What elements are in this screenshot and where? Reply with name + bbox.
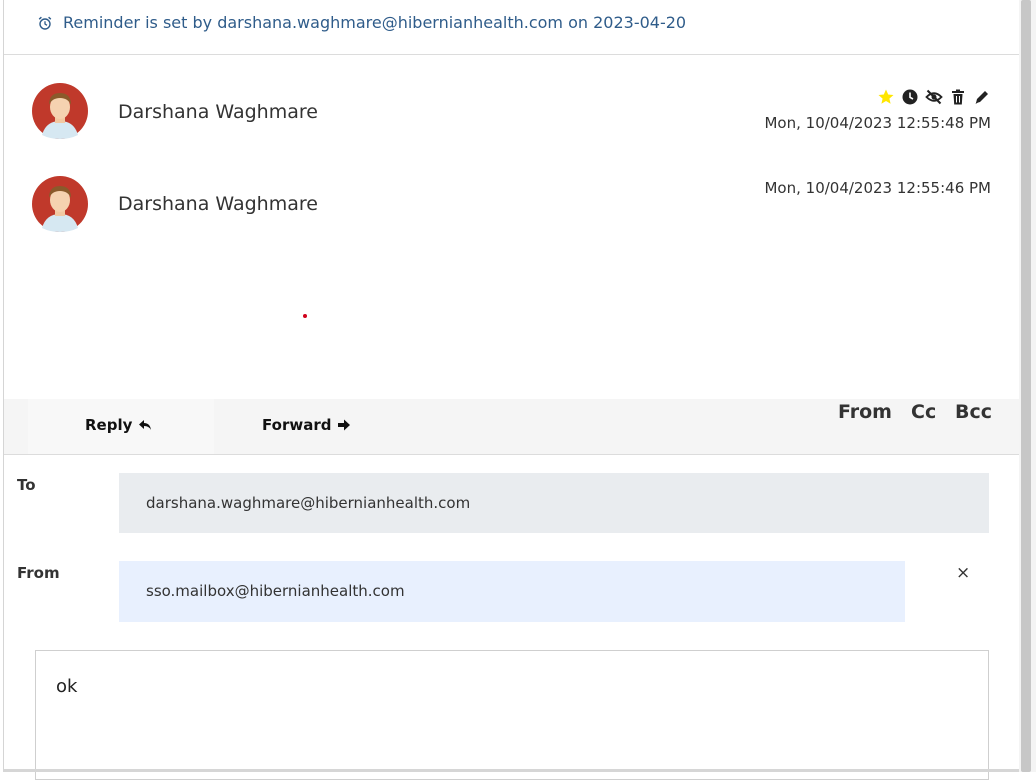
field-toggles: Bcc bbox=[955, 401, 992, 423]
field-toggles: From bbox=[838, 401, 892, 423]
bcc-toggle[interactable]: Bcc bbox=[955, 401, 992, 423]
avatar bbox=[32, 176, 88, 232]
to-field[interactable]: darshana.waghmare@hibernianhealth.com bbox=[119, 473, 989, 533]
to-label: To bbox=[17, 476, 36, 494]
message-actions bbox=[877, 87, 991, 107]
frame-border bbox=[3, 0, 4, 772]
from-field[interactable]: sso.mailbox@hibernianhealth.com bbox=[119, 561, 905, 622]
trash-icon[interactable] bbox=[949, 88, 967, 106]
message-body-editor[interactable]: ok bbox=[35, 650, 989, 780]
eye-slash-icon[interactable] bbox=[925, 88, 943, 106]
message-timestamp: Mon, 10/04/2023 12:55:48 PM bbox=[764, 114, 991, 132]
scrollbar-thumb[interactable] bbox=[1021, 0, 1031, 772]
forward-button[interactable]: Forward bbox=[262, 416, 351, 434]
reply-label: Reply bbox=[85, 416, 133, 434]
field-toggles: Cc bbox=[911, 401, 936, 423]
star-icon[interactable] bbox=[877, 88, 895, 106]
edit-icon[interactable] bbox=[973, 88, 991, 106]
reminder-bar: Reminder is set by darshana.waghmare@hib… bbox=[4, 0, 1019, 55]
clock-icon[interactable] bbox=[901, 88, 919, 106]
message-timestamp: Mon, 10/04/2023 12:55:46 PM bbox=[764, 179, 991, 197]
reply-button[interactable]: Reply bbox=[85, 416, 152, 434]
reminder-text: Reminder is set by darshana.waghmare@hib… bbox=[63, 13, 687, 32]
avatar bbox=[32, 83, 88, 139]
alarm-clock-icon bbox=[38, 16, 52, 30]
message-body-text: ok bbox=[56, 676, 78, 697]
from-label: From bbox=[17, 564, 60, 582]
sender-name: Darshana Waghmare bbox=[118, 193, 318, 215]
arrow-right-icon bbox=[338, 419, 351, 431]
from-toggle[interactable]: From bbox=[838, 401, 892, 423]
cursor-dot bbox=[303, 314, 307, 318]
sender-name: Darshana Waghmare bbox=[118, 101, 318, 123]
compose-toolbar: Reply Forward From Cc Bcc bbox=[4, 399, 1019, 455]
forward-label: Forward bbox=[262, 416, 332, 434]
cc-toggle[interactable]: Cc bbox=[911, 401, 936, 423]
reply-icon bbox=[139, 420, 152, 430]
close-icon[interactable]: × bbox=[956, 563, 970, 583]
